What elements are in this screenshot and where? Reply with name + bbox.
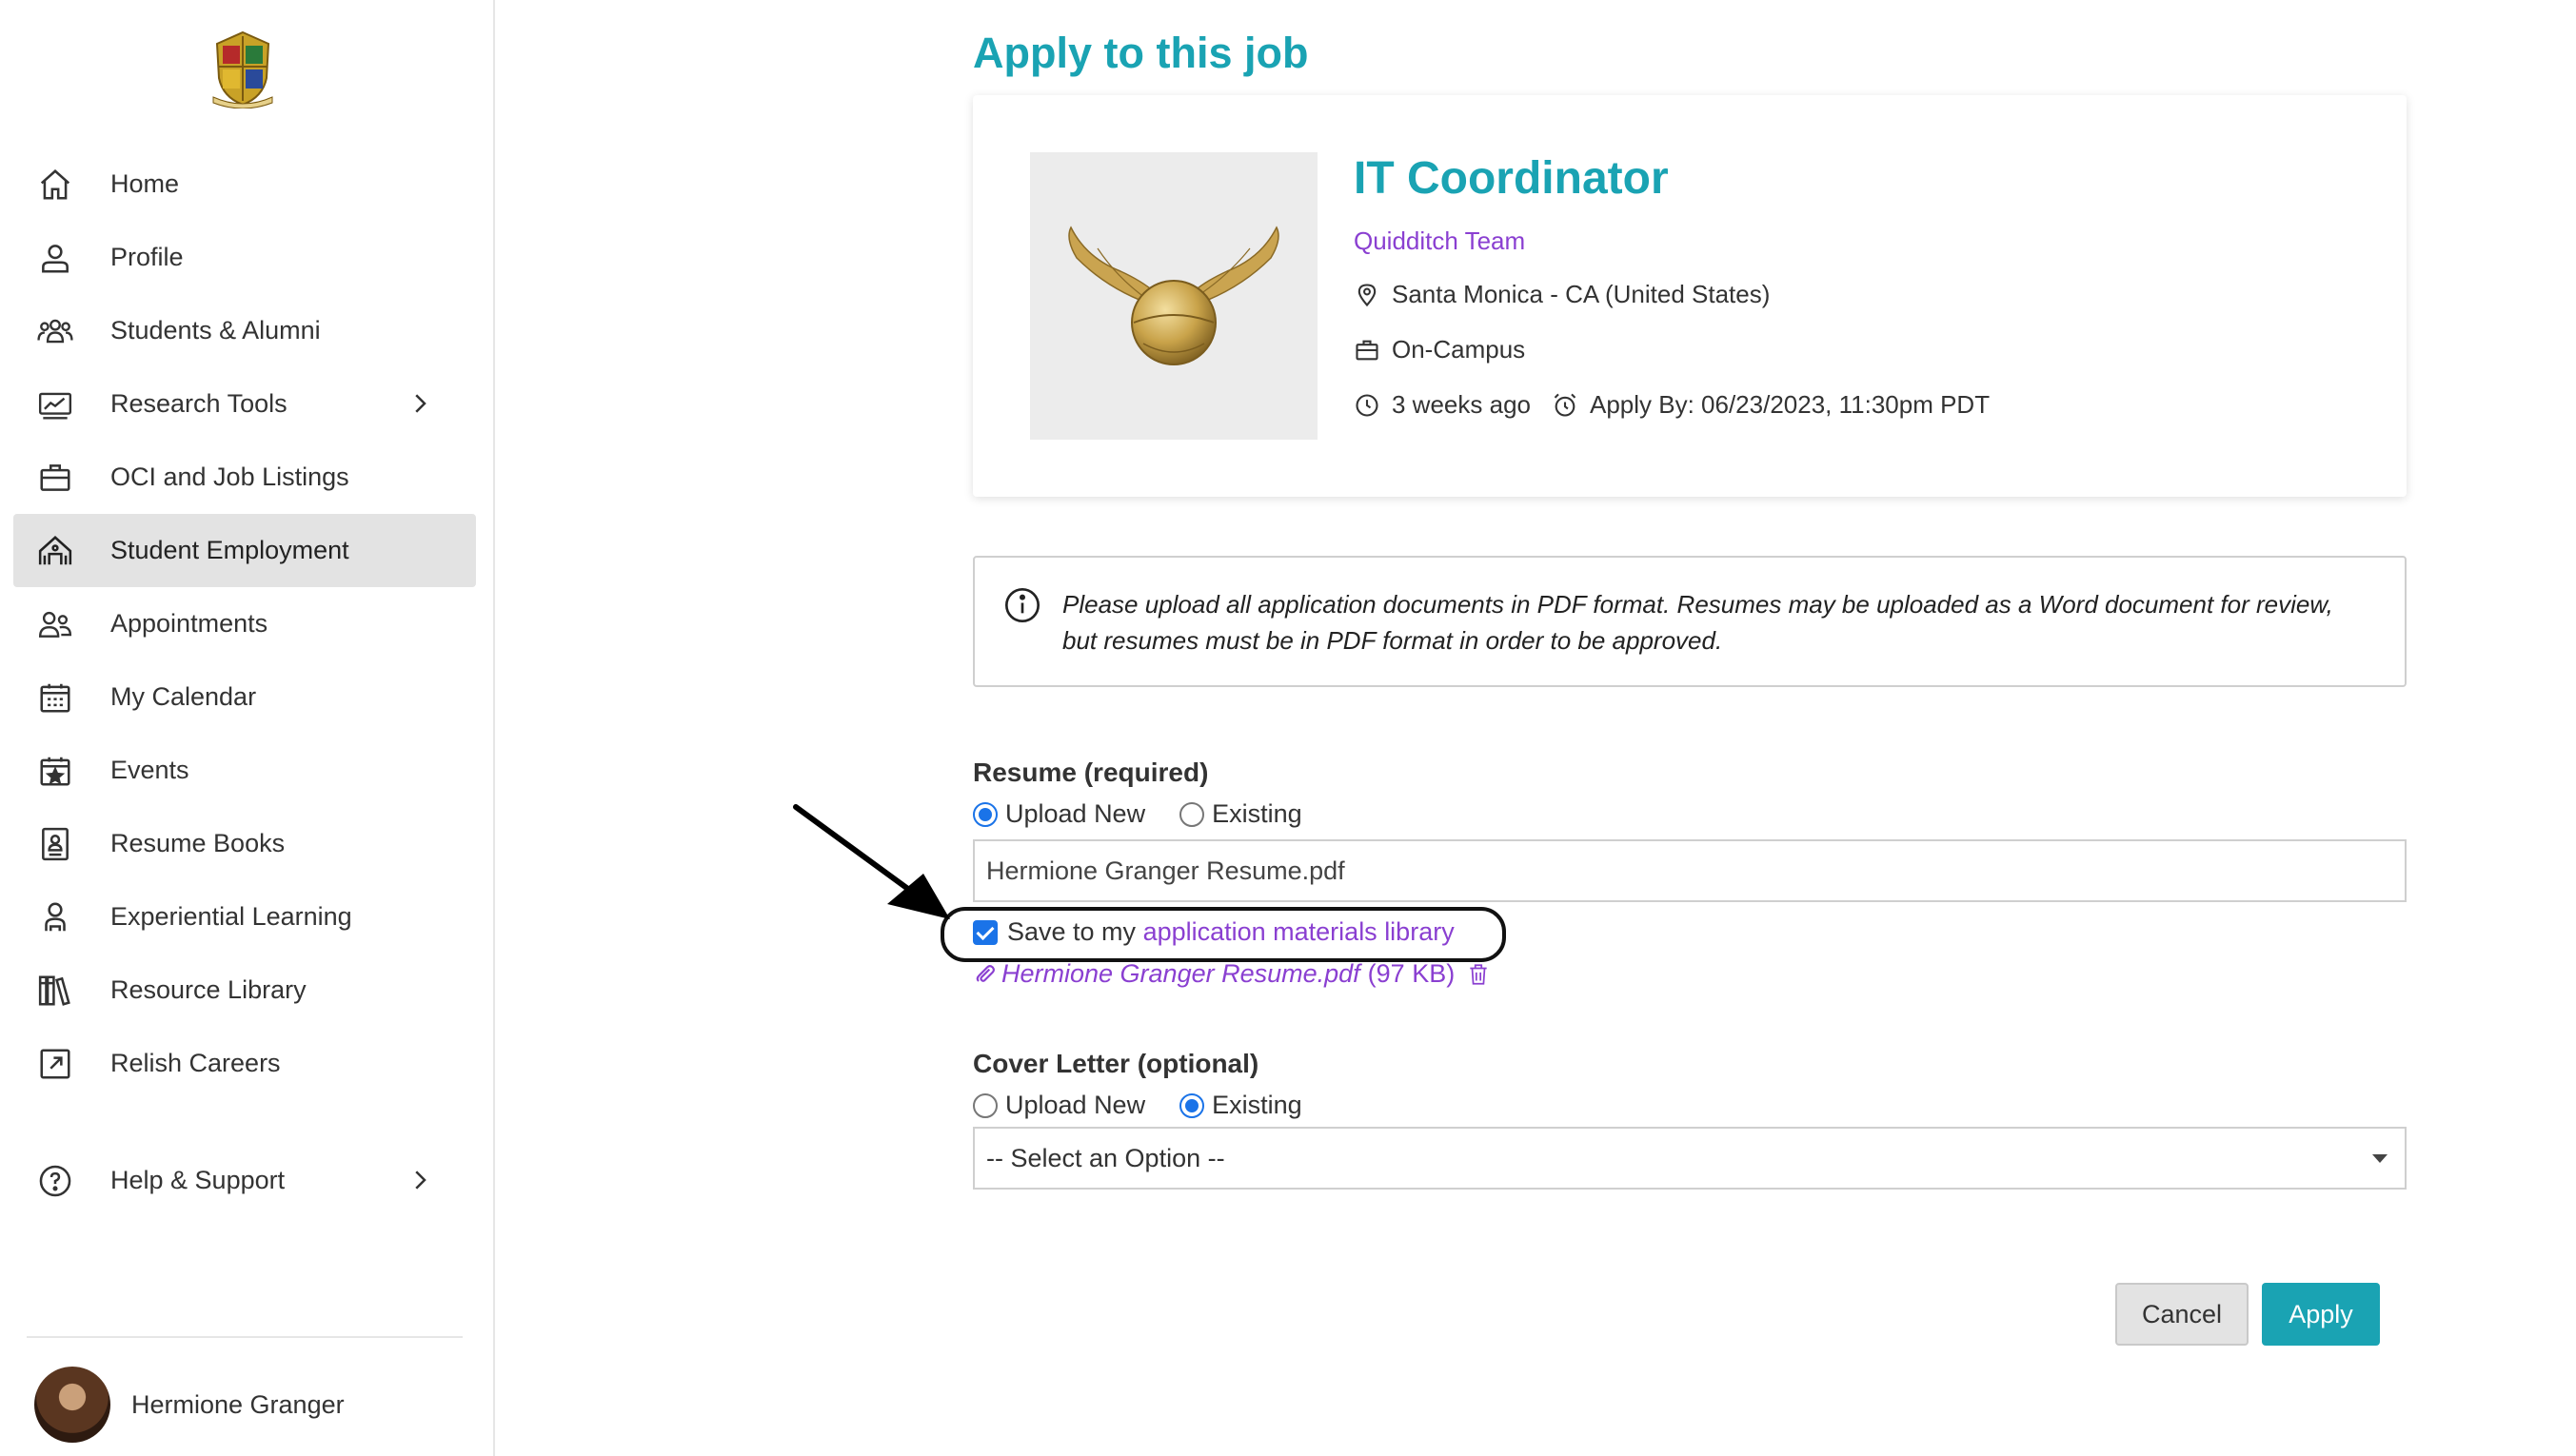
map-pin-icon — [1357, 283, 1377, 306]
resume-label: Resume (required) — [973, 758, 1209, 787]
sidebar-item-label: Appointments — [110, 609, 268, 638]
cover-letter-source-options: Upload New Existing — [973, 1091, 1337, 1120]
alarm-clock-icon — [1554, 393, 1576, 417]
sidebar-item-experiential-learning[interactable]: Experiential Learning — [13, 880, 476, 954]
resume-existing-radio[interactable] — [1179, 801, 1205, 827]
sidebar-item-label: Relish Careers — [110, 1049, 281, 1077]
job-image — [1030, 152, 1318, 440]
paperclip-icon — [976, 964, 996, 982]
sidebar-item-students-alumni[interactable]: Students & Alumni — [13, 294, 476, 367]
sidebar-item-resume-books[interactable]: Resume Books — [13, 807, 476, 880]
resume-source-options: Upload New Existing — [973, 799, 1337, 829]
sidebar-item-label: My Calendar — [110, 682, 257, 711]
resume-attachment: Hermione Granger Resume.pdf (97 KB) — [973, 959, 1495, 989]
posted-time: 3 weeks ago — [1392, 390, 1531, 419]
sidebar-item-my-calendar[interactable]: My Calendar — [13, 660, 476, 734]
sidebar-item-appointments[interactable]: Appointments — [13, 587, 476, 660]
sidebar-item-resource-library[interactable]: Resource Library — [13, 954, 476, 1027]
sidebar-item-label: Home — [110, 169, 180, 198]
sidebar-item-label: Resource Library — [110, 975, 307, 1004]
sidebar-item-student-employment[interactable]: Student Employment — [13, 514, 476, 587]
sidebar-item-label: Student Employment — [110, 536, 349, 564]
chevron-right-icon[interactable] — [406, 1166, 434, 1194]
sidebar: Home Profile Students & Alumni Research … — [0, 0, 495, 1456]
sidebar-item-label: Students & Alumni — [110, 316, 321, 344]
sidebar-item-home[interactable]: Home — [13, 148, 476, 221]
resume-file-input[interactable]: Hermione Granger Resume.pdf — [973, 839, 2407, 902]
sidebar-item-label: OCI and Job Listings — [110, 462, 349, 491]
cover-letter-select-value: -- Select an Option -- — [986, 1144, 1225, 1172]
resume-book-icon — [42, 827, 69, 860]
building-icon — [38, 535, 72, 564]
attachment-size: (97 KB) — [1367, 959, 1456, 988]
caret-down-icon — [2372, 1154, 2388, 1163]
job-dates: 3 weeks ago Apply By: 06/23/2023, 11:30p… — [1354, 390, 1990, 420]
resume-upload-new-label[interactable]: Upload New — [1005, 799, 1145, 829]
sidebar-item-events[interactable]: Events — [13, 734, 476, 807]
sidebar-nav: Home Profile Students & Alumni Research … — [13, 148, 476, 1100]
info-icon — [1005, 588, 1040, 622]
learning-icon — [45, 901, 66, 931]
sidebar-item-profile[interactable]: Profile — [13, 221, 476, 294]
golden-snitch-icon — [1068, 226, 1279, 365]
sidebar-item-research-tools[interactable]: Research Tools — [13, 367, 476, 441]
help-circle-icon — [39, 1165, 71, 1196]
apply-by-date: Apply By: 06/23/2023, 11:30pm PDT — [1589, 390, 1991, 419]
annotation-highlight-oval — [941, 907, 1506, 962]
avatar[interactable] — [34, 1367, 110, 1443]
upload-notice: Please upload all application documents … — [973, 556, 2407, 687]
cover-letter-upload-new-radio[interactable] — [973, 1092, 998, 1118]
job-title: IT Coordinator — [1354, 153, 1669, 204]
clock-icon — [1356, 393, 1378, 417]
resume-upload-new-radio[interactable] — [973, 801, 998, 827]
chevron-right-icon[interactable] — [406, 389, 434, 418]
cover-letter-existing-label[interactable]: Existing — [1212, 1091, 1302, 1120]
annotation-arrow-icon — [793, 804, 950, 919]
apply-button[interactable]: Apply — [2262, 1283, 2380, 1346]
upload-notice-text: Please upload all application documents … — [1062, 590, 2333, 655]
sidebar-item-oci-job-listings[interactable]: OCI and Job Listings — [13, 441, 476, 514]
sidebar-item-label: Profile — [110, 243, 184, 271]
help-section: Help & Support — [13, 1144, 476, 1217]
home-icon — [40, 168, 70, 200]
user-name: Hermione Granger — [131, 1389, 345, 1419]
sidebar-divider — [27, 1336, 463, 1338]
user-icon — [42, 244, 69, 273]
chart-icon — [38, 392, 72, 419]
appointments-icon — [38, 611, 72, 638]
calendar-icon — [40, 683, 70, 713]
sidebar-item-help-support[interactable]: Help & Support — [13, 1144, 476, 1217]
sidebar-item-label: Research Tools — [110, 389, 287, 418]
cancel-button[interactable]: Cancel — [2115, 1283, 2249, 1346]
sidebar-item-relish-careers[interactable]: Relish Careers — [13, 1027, 476, 1100]
sidebar-item-label: Experiential Learning — [110, 902, 352, 931]
cover-letter-select[interactable]: -- Select an Option -- — [973, 1127, 2407, 1190]
user-profile[interactable]: Hermione Granger — [34, 1367, 345, 1443]
page-title: Apply to this job — [973, 29, 1309, 77]
cover-letter-upload-new-label[interactable]: Upload New — [1005, 1091, 1145, 1120]
employer-link[interactable]: Quidditch Team — [1354, 226, 1525, 256]
job-type-text: On-Campus — [1392, 335, 1526, 364]
hogwarts-crest-icon[interactable] — [209, 29, 276, 108]
trash-icon[interactable] — [1466, 962, 1491, 987]
people-icon — [37, 319, 73, 343]
library-icon — [38, 974, 70, 1006]
sidebar-item-label: Resume Books — [110, 829, 286, 857]
job-card: IT Coordinator Quidditch Team Santa Moni… — [973, 95, 2407, 497]
resume-existing-label[interactable]: Existing — [1212, 799, 1302, 829]
cover-letter-existing-radio[interactable] — [1179, 1092, 1205, 1118]
external-link-icon — [40, 1048, 70, 1079]
sidebar-item-label: Help & Support — [110, 1166, 286, 1194]
sidebar-item-label: Events — [110, 756, 189, 784]
job-type: On-Campus — [1354, 335, 1525, 364]
briefcase-icon — [40, 463, 70, 491]
attachment-name[interactable]: Hermione Granger Resume.pdf — [1001, 959, 1360, 989]
briefcase-icon — [1356, 340, 1378, 360]
job-location: Santa Monica - CA (United States) — [1354, 280, 1770, 309]
cover-letter-label: Cover Letter (optional) — [973, 1049, 1259, 1078]
event-star-icon — [40, 757, 70, 786]
job-location-text: Santa Monica - CA (United States) — [1392, 280, 1771, 308]
